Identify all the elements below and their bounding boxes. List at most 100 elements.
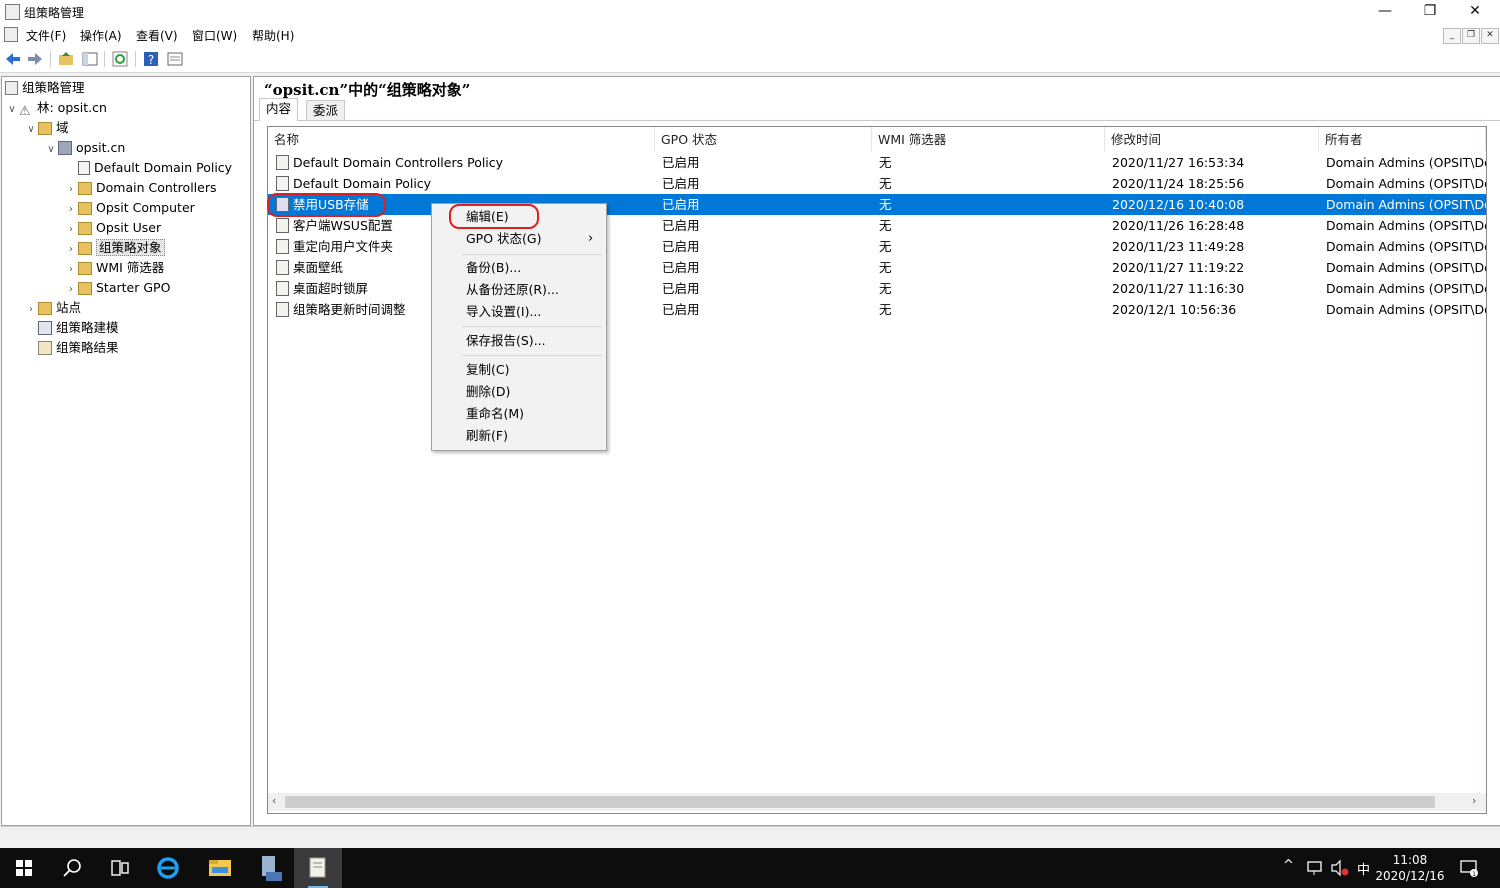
expand-chevron-icon[interactable]: › bbox=[64, 220, 78, 240]
column-header-wmi-filter[interactable]: WMI 筛选器 bbox=[872, 127, 1105, 151]
menu-action[interactable]: 操作(A) bbox=[80, 27, 122, 44]
menu-item-copy[interactable]: 复制(C) bbox=[466, 359, 509, 381]
menu-item-backup[interactable]: 备份(B)... bbox=[466, 257, 521, 279]
gpo-name: Default Domain Policy bbox=[293, 176, 432, 191]
forward-arrow-icon[interactable] bbox=[26, 50, 44, 68]
expand-chevron-icon[interactable]: › bbox=[64, 180, 78, 200]
menu-view[interactable]: 查看(V) bbox=[136, 27, 178, 44]
tab-divider bbox=[254, 120, 1500, 121]
file-explorer-icon[interactable] bbox=[196, 848, 244, 888]
collapse-chevron-icon[interactable]: ∨ bbox=[24, 120, 38, 140]
modified-time: 2020/12/1 10:56:36 bbox=[1112, 302, 1237, 317]
collapse-chevron-icon[interactable]: ∨ bbox=[44, 140, 58, 160]
clock-time: 11:08 bbox=[1392, 853, 1428, 867]
minimize-button[interactable]: — bbox=[1362, 0, 1408, 22]
system-menu-icon[interactable] bbox=[4, 27, 18, 42]
server-manager-icon[interactable] bbox=[246, 848, 294, 888]
show-hide-tree-icon[interactable] bbox=[81, 50, 99, 68]
tree-node-wmi-filters[interactable]: › WMI 筛选器 bbox=[64, 258, 164, 278]
forest-icon: ⚠ bbox=[19, 104, 31, 119]
scroll-right-icon[interactable]: › bbox=[1472, 794, 1476, 807]
expand-chevron-icon[interactable]: › bbox=[24, 300, 38, 320]
gpo-icon bbox=[276, 260, 289, 275]
task-view-icon[interactable] bbox=[96, 848, 144, 888]
menu-item-delete[interactable]: 删除(D) bbox=[466, 381, 510, 403]
mdi-close-button[interactable]: ✕ bbox=[1481, 28, 1499, 44]
up-folder-icon[interactable] bbox=[57, 50, 75, 68]
tree-node-domain-opsit[interactable]: ∨ opsit.cn bbox=[44, 138, 125, 158]
tree-node-default-domain-policy[interactable]: Default Domain Policy bbox=[64, 158, 232, 178]
modeling-icon bbox=[38, 321, 52, 335]
horizontal-scrollbar[interactable]: ‹ › bbox=[268, 793, 1486, 811]
gpo-status: 已启用 bbox=[662, 218, 700, 233]
svg-text:?: ? bbox=[148, 53, 154, 67]
gpo-status: 已启用 bbox=[662, 176, 700, 191]
gpo-name: 客户端WSUS配置 bbox=[293, 218, 393, 233]
menu-item-rename[interactable]: 重命名(M) bbox=[466, 403, 524, 425]
menu-help[interactable]: 帮助(H) bbox=[252, 27, 294, 44]
ime-indicator[interactable]: 中 bbox=[1357, 859, 1370, 878]
mdi-restore-button[interactable]: ❐ bbox=[1462, 28, 1480, 44]
gpo-status: 已启用 bbox=[662, 197, 700, 212]
refresh-icon[interactable] bbox=[111, 50, 129, 68]
table-row[interactable]: Default Domain Policy 已启用 无 2020/11/24 1… bbox=[268, 173, 1486, 194]
properties-icon[interactable] bbox=[166, 50, 184, 68]
toolbar-separator bbox=[135, 51, 136, 67]
column-header-modified[interactable]: 修改时间 bbox=[1105, 127, 1319, 151]
close-button[interactable]: ✕ bbox=[1452, 0, 1498, 22]
tree-node-forest[interactable]: ∨ ⚠ 林: opsit.cn bbox=[5, 98, 107, 120]
mdi-minimize-button[interactable]: _ bbox=[1443, 28, 1461, 44]
menu-item-save-report[interactable]: 保存报告(S)... bbox=[466, 330, 546, 352]
help-icon[interactable]: ? bbox=[142, 50, 160, 68]
tree-root-gpmc[interactable]: 组策略管理 bbox=[5, 78, 85, 98]
wmi-filter: 无 bbox=[879, 155, 892, 170]
column-header-owner[interactable]: 所有者 bbox=[1319, 127, 1486, 151]
menu-window[interactable]: 窗口(W) bbox=[192, 27, 237, 44]
gpmc-icon bbox=[5, 81, 18, 95]
tree-node-sites[interactable]: › 站点 bbox=[24, 298, 81, 318]
collapse-chevron-icon[interactable]: ∨ bbox=[5, 100, 19, 120]
gpo-status: 已启用 bbox=[662, 239, 700, 254]
back-arrow-icon[interactable] bbox=[4, 50, 22, 68]
menu-separator bbox=[462, 355, 602, 356]
scroll-left-icon[interactable]: ‹ bbox=[272, 794, 276, 807]
table-row[interactable]: Default Domain Controllers Policy 已启用 无 … bbox=[268, 152, 1486, 173]
menu-item-refresh[interactable]: 刷新(F) bbox=[466, 425, 508, 447]
scrollbar-thumb[interactable] bbox=[285, 796, 1435, 808]
tree-node-opsit-computer[interactable]: › Opsit Computer bbox=[64, 198, 195, 218]
expand-chevron-icon[interactable]: › bbox=[64, 240, 78, 260]
tab-delegation[interactable]: 委派 bbox=[306, 100, 346, 121]
network-icon[interactable] bbox=[1306, 859, 1324, 877]
tree-node-gp-results[interactable]: 组策略结果 bbox=[24, 338, 119, 358]
gpo-name: 重定向用户文件夹 bbox=[293, 239, 394, 254]
menu-item-gpo-status[interactable]: GPO 状态(G) bbox=[466, 228, 541, 250]
expand-chevron-icon[interactable]: › bbox=[64, 280, 78, 300]
modified-time: 2020/11/27 16:53:34 bbox=[1112, 155, 1245, 170]
expand-chevron-icon[interactable]: › bbox=[64, 260, 78, 280]
ou-folder-icon bbox=[78, 222, 92, 235]
tree-node-domains[interactable]: ∨ 域 bbox=[24, 118, 69, 138]
tab-contents[interactable]: 内容 bbox=[259, 98, 299, 121]
clock[interactable]: 11:08 2020/12/16 bbox=[1372, 852, 1448, 884]
menu-item-restore[interactable]: 从备份还原(R)... bbox=[466, 279, 559, 301]
search-icon[interactable] bbox=[48, 848, 96, 888]
menu-item-import-settings[interactable]: 导入设置(I)... bbox=[466, 301, 541, 323]
expand-chevron-icon[interactable]: › bbox=[64, 200, 78, 220]
windows-start-icon[interactable] bbox=[0, 848, 48, 888]
group-policy-icon[interactable] bbox=[294, 848, 342, 888]
tree-node-group-policy-objects[interactable]: › 组策略对象 bbox=[64, 238, 165, 258]
modified-time: 2020/11/24 18:25:56 bbox=[1112, 176, 1245, 191]
volume-muted-icon[interactable] bbox=[1330, 859, 1350, 877]
column-header-gpo-status[interactable]: GPO 状态 bbox=[655, 127, 872, 151]
tree-node-gp-modeling[interactable]: 组策略建模 bbox=[24, 318, 119, 338]
modified-time: 2020/11/26 16:28:48 bbox=[1112, 218, 1245, 233]
restore-button[interactable]: ❐ bbox=[1407, 0, 1453, 22]
tree-node-starter-gpo[interactable]: › Starter GPO bbox=[64, 278, 170, 298]
action-center-icon[interactable]: 1 bbox=[1458, 858, 1480, 878]
internet-explorer-icon[interactable] bbox=[144, 848, 192, 888]
tray-overflow-icon[interactable]: ^ bbox=[1283, 858, 1294, 873]
gpmc-app-icon bbox=[5, 4, 20, 20]
tree-node-opsit-user[interactable]: › Opsit User bbox=[64, 218, 161, 238]
menu-file[interactable]: 文件(F) bbox=[26, 27, 66, 44]
tree-node-domain-controllers[interactable]: › Domain Controllers bbox=[64, 178, 216, 198]
